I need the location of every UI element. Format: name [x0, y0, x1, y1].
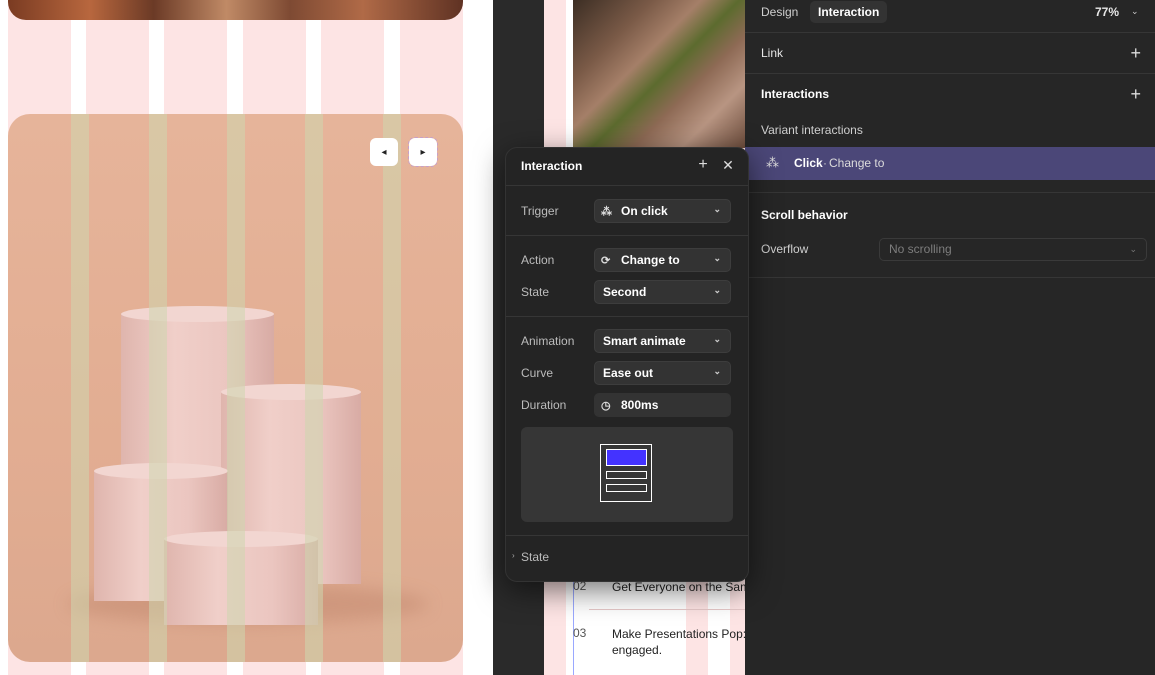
list-item-text-continued: engaged.	[612, 643, 663, 657]
cycle-icon: ⟳	[601, 254, 611, 267]
state-label: State	[521, 285, 550, 299]
carousel-prev-button[interactable]: ◂	[370, 138, 398, 166]
chevron-right-icon: ▸	[420, 146, 426, 158]
divider	[745, 32, 1155, 33]
animation-preview	[521, 427, 733, 522]
tab-design[interactable]: Design	[753, 1, 806, 23]
duration-value: 800ms	[621, 398, 659, 412]
interaction-popover: Interaction + ✕ Trigger ⁂ On click ⌄ Act…	[505, 147, 749, 582]
divider	[506, 235, 748, 236]
duration-input[interactable]: ◷ 800ms	[594, 393, 731, 417]
preview-bar	[606, 484, 647, 492]
add-plus-icon[interactable]: +	[694, 156, 712, 174]
mountain-image[interactable]	[573, 0, 745, 148]
link-label: Link	[761, 46, 784, 60]
scroll-behavior-title: Scroll behavior	[761, 208, 848, 222]
separator-dot: ·	[823, 156, 827, 170]
chevron-down-icon: ⌄	[713, 204, 721, 214]
list-item-text: Make Presentations Pop:	[612, 627, 745, 641]
overflow-label: Overflow	[761, 242, 809, 256]
preview-bar	[606, 471, 647, 479]
landscape-image[interactable]	[8, 0, 463, 20]
tap-icon: ⁂	[601, 205, 612, 218]
add-link-plus-icon[interactable]: +	[1130, 44, 1141, 62]
variant-interaction-item[interactable]: ⁂ Click · Change to	[745, 147, 1155, 180]
chevron-down-icon: ⌄	[1129, 244, 1137, 254]
variant-interactions-label: Variant interactions	[761, 123, 863, 137]
list-item-number: 03	[573, 626, 587, 640]
state-section-label[interactable]: State	[521, 550, 549, 564]
action-select[interactable]: ⟳ Change to ⌄	[594, 248, 731, 272]
add-interaction-plus-icon[interactable]: +	[1130, 85, 1141, 103]
divider	[745, 73, 1155, 74]
divider	[745, 277, 1155, 278]
overflow-select[interactable]: No scrolling ⌄	[879, 238, 1147, 261]
trigger-label: Trigger	[521, 204, 559, 218]
device-frame	[600, 444, 652, 502]
chevron-down-icon: ⌄	[713, 253, 721, 263]
chevron-down-icon: ⌄	[713, 285, 721, 295]
trigger-value: On click	[621, 204, 668, 218]
divider	[506, 185, 748, 186]
animation-value: Smart animate	[603, 334, 686, 348]
layout-grid-gutter	[383, 114, 401, 662]
animation-select[interactable]: Smart animate ⌄	[594, 329, 731, 353]
chevron-right-icon[interactable]: ›	[512, 551, 515, 560]
divider	[506, 316, 748, 317]
chevron-down-icon: ⌄	[713, 366, 721, 376]
close-icon[interactable]: ✕	[719, 156, 737, 174]
tap-icon: ⁂	[766, 155, 779, 170]
action-value: Change to	[621, 253, 680, 267]
timer-icon: ◷	[601, 399, 611, 412]
variant-action: Change to	[829, 156, 885, 170]
chevron-down-icon: ⌄	[713, 334, 721, 344]
variant-trigger: Click	[794, 156, 823, 170]
curve-value: Ease out	[603, 366, 654, 380]
chevron-left-icon: ◂	[381, 146, 387, 158]
trigger-select[interactable]: ⁂ On click ⌄	[594, 199, 731, 223]
state-value: Second	[603, 285, 647, 299]
state-select[interactable]: Second ⌄	[594, 280, 731, 304]
animation-label: Animation	[521, 334, 575, 348]
layout-grid-gutter	[305, 114, 323, 662]
divider	[506, 535, 748, 536]
carousel-next-button[interactable]: ▸	[408, 137, 438, 167]
layout-grid-gutter	[149, 114, 167, 662]
divider	[745, 192, 1155, 193]
preview-block	[606, 449, 647, 466]
curve-select[interactable]: Ease out ⌄	[594, 361, 731, 385]
carousel-card[interactable]: ◂ ▸	[8, 114, 463, 662]
properties-panel: Design Interaction 77% ⌄ Link + Interact…	[745, 0, 1155, 675]
tab-interaction[interactable]: Interaction	[810, 1, 888, 23]
overflow-value: No scrolling	[889, 242, 952, 256]
duration-label: Duration	[521, 398, 567, 412]
design-canvas-left[interactable]: ◂ ▸	[0, 0, 493, 675]
divider	[589, 609, 745, 610]
chevron-down-icon[interactable]: ⌄	[1131, 6, 1139, 17]
zoom-level[interactable]: 77%	[1095, 5, 1119, 19]
layout-grid-gutter	[227, 114, 245, 662]
action-label: Action	[521, 253, 555, 267]
interactions-title: Interactions	[761, 87, 830, 101]
layout-grid-gutter	[71, 114, 89, 662]
curve-label: Curve	[521, 366, 554, 380]
popover-title: Interaction	[521, 159, 583, 173]
